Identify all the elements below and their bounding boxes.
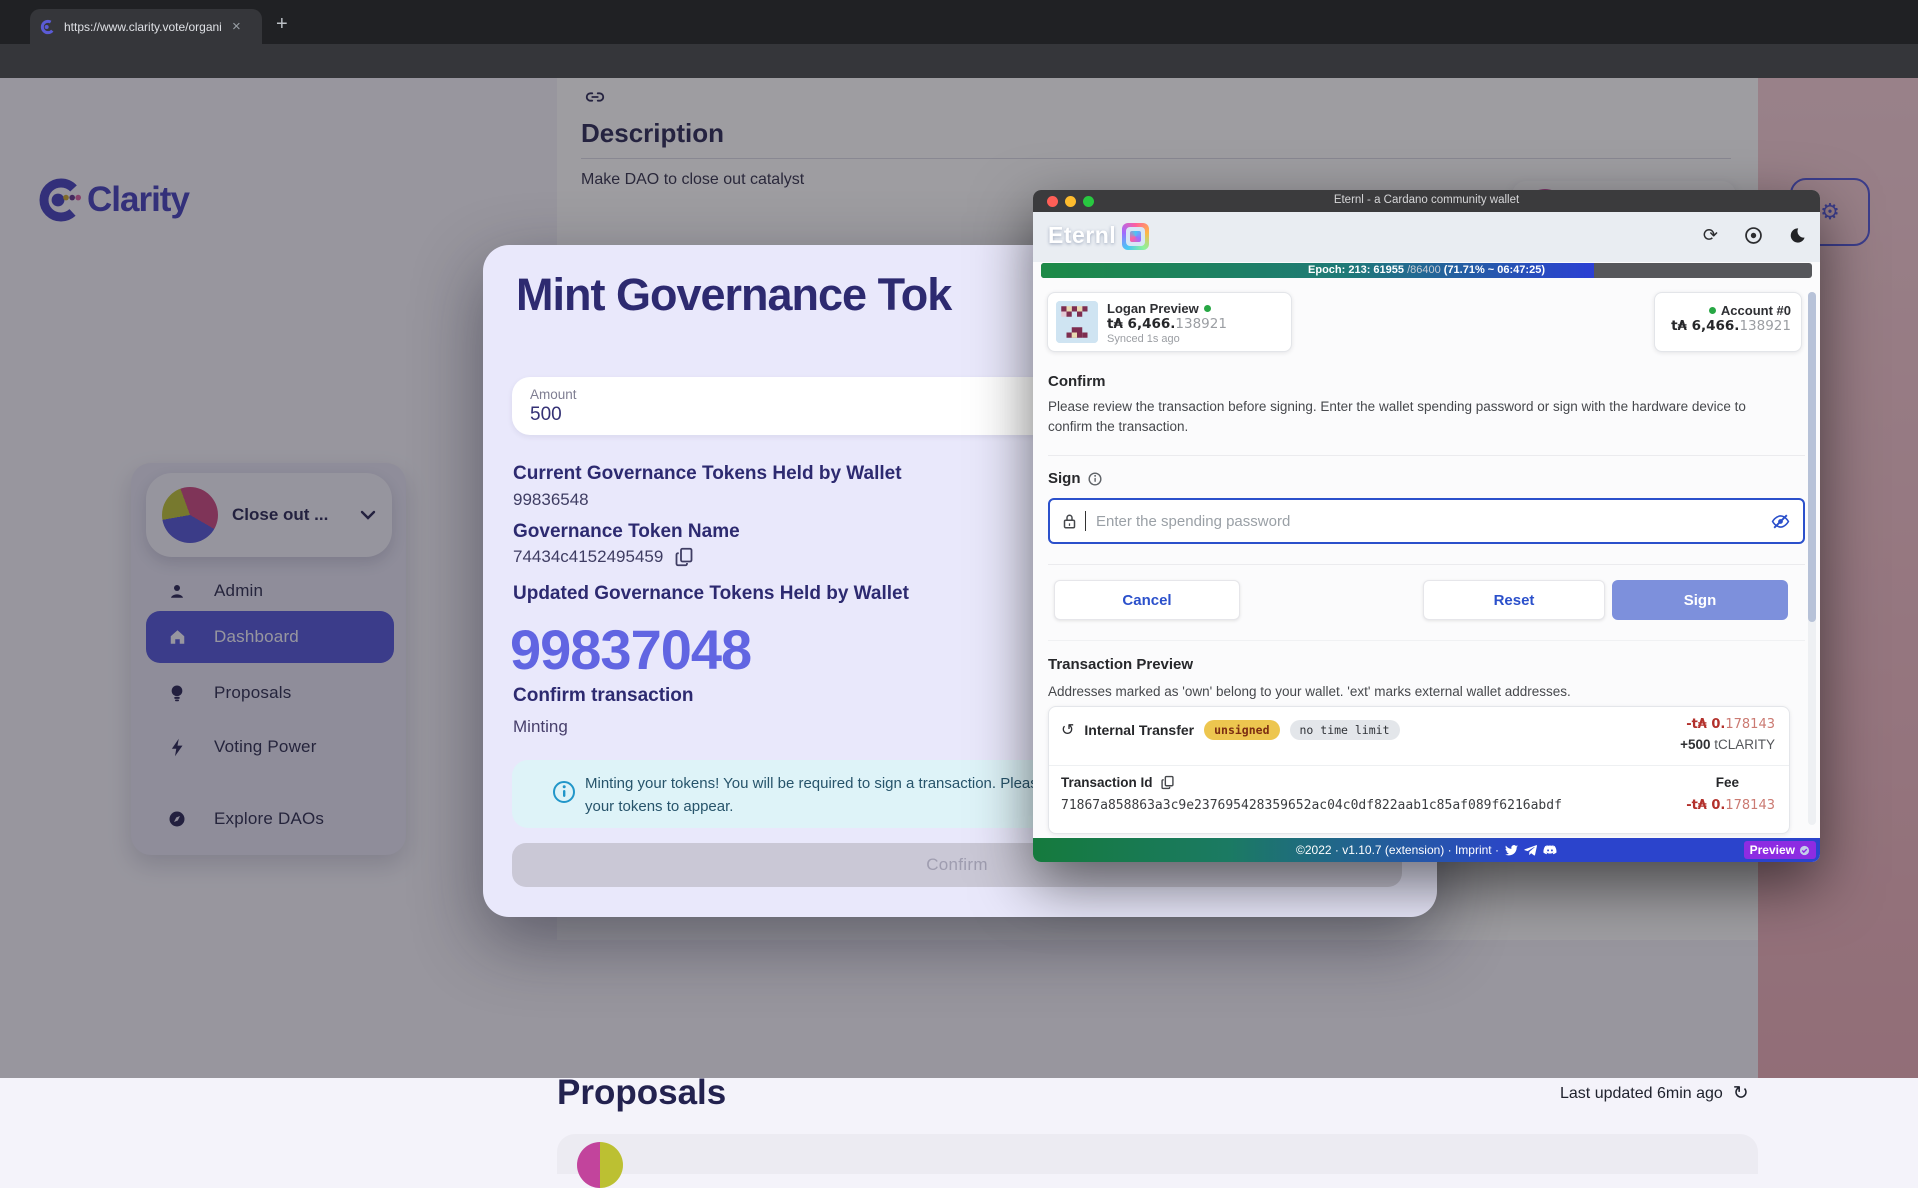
current-tokens-value: 99836548 <box>513 490 589 510</box>
cancel-button[interactable]: Cancel <box>1054 580 1240 620</box>
shield-check-icon <box>1799 845 1810 856</box>
epoch-text: Epoch: 213: 61955 /86400 (71.71% ~ 06:47… <box>1041 263 1812 278</box>
account-name: Account #0 <box>1721 303 1791 318</box>
refresh-icon[interactable]: ↻ <box>1733 1082 1749 1105</box>
unsigned-badge: unsigned <box>1204 720 1279 740</box>
copy-icon[interactable] <box>1161 775 1174 790</box>
updated-tokens-value: 99837048 <box>510 617 751 682</box>
txid-label-row: Transaction Id <box>1061 775 1174 790</box>
synced-status: Synced 1s ago <box>1107 333 1227 345</box>
proposal-pie-avatar <box>577 1142 623 1188</box>
proposal-card-peek <box>557 1134 1758 1174</box>
tab-close-icon[interactable]: × <box>232 18 241 35</box>
account-dot <box>1709 307 1716 314</box>
info-alert-text: Minting your tokens! You will be require… <box>585 772 1092 818</box>
new-tab-button[interactable]: + <box>276 14 288 34</box>
wallet-pixel-avatar <box>1056 301 1098 343</box>
wallet-footer: ©2022 · v1.10.7 (extension) · Imprint · … <box>1033 838 1820 862</box>
last-updated: Last updated 6min ago ↻ <box>1560 1082 1749 1105</box>
divider <box>1048 564 1805 565</box>
account-card[interactable]: Account #0 t₳ 6,466.138921 <box>1654 292 1802 352</box>
lock-icon <box>1062 513 1077 530</box>
telegram-icon[interactable] <box>1524 845 1537 856</box>
reset-button[interactable]: Reset <box>1423 580 1605 620</box>
eternl-brand: Eternl <box>1048 222 1116 249</box>
preview-badge: Preview <box>1744 841 1816 859</box>
tab-favicon-clarity-icon <box>40 19 56 35</box>
updated-tokens-label: Updated Governance Tokens Held by Wallet <box>513 583 909 605</box>
copy-icon[interactable] <box>675 547 693 567</box>
sign-info-icon[interactable] <box>1088 472 1102 486</box>
confirm-body-text: Please review the transaction before sig… <box>1048 397 1793 437</box>
transaction-preview-heading: Transaction Preview <box>1048 656 1193 673</box>
browser-toolbar: ← → ↻ clarity.vote/organizations/-NWJSsH… <box>0 44 1918 78</box>
minting-status: Minting <box>513 717 568 737</box>
current-tokens-label: Current Governance Tokens Held by Wallet <box>513 463 902 485</box>
token-name-value-row: 74434c4152495459 <box>513 547 693 567</box>
fee-value: -t₳ 0.178143 <box>1686 798 1775 813</box>
wallet-titlebar[interactable]: Eternl - a Cardano community wallet <box>1033 190 1820 212</box>
divider <box>1048 640 1805 641</box>
footer-text: ©2022 · v1.10.7 (extension) · Imprint · <box>1296 843 1499 857</box>
transaction-id-value: 71867a858863a3c9e237695428359652ac04c0df… <box>1061 798 1562 813</box>
eternl-logo-icon <box>1122 223 1149 250</box>
scrollbar-thumb[interactable] <box>1808 292 1816 622</box>
online-dot <box>1204 305 1211 312</box>
eternl-wallet-window: Eternl - a Cardano community wallet Eter… <box>1033 190 1820 862</box>
transaction-preview-card: ↺ Internal Transfer unsigned no time lim… <box>1048 706 1790 834</box>
epoch-progress-bar: Epoch: 213: 61955 /86400 (71.71% ~ 06:47… <box>1041 263 1812 278</box>
confirm-transaction-label: Confirm transaction <box>513 685 694 707</box>
modal-title: Mint Governance Tok <box>516 269 951 321</box>
sync-icon[interactable]: ⟳ <box>1703 225 1718 246</box>
transfer-amount-positive: +500 tCLARITY <box>1680 737 1775 752</box>
browser-tab-bar: https://www.clarity.vote/organi × + <box>0 0 1918 44</box>
wallet-window-title: Eternl - a Cardano community wallet <box>1033 194 1820 206</box>
eye-icon[interactable] <box>1744 226 1763 245</box>
sign-section-label: Sign <box>1048 470 1102 487</box>
browser-tab[interactable]: https://www.clarity.vote/organi × <box>30 9 262 44</box>
transfer-row: ↺ Internal Transfer unsigned no time lim… <box>1061 720 1400 740</box>
token-name-value: 74434c4152495459 <box>513 547 663 567</box>
spending-password-input[interactable] <box>1094 512 1762 531</box>
tab-title: https://www.clarity.vote/organi <box>64 20 224 34</box>
active-wallet-name: Logan Preview <box>1107 301 1199 316</box>
discord-icon[interactable] <box>1543 845 1557 856</box>
dark-mode-moon-icon[interactable] <box>1789 227 1806 244</box>
address-note: Addresses marked as 'own' belong to your… <box>1048 682 1793 702</box>
no-time-limit-badge: no time limit <box>1290 720 1400 740</box>
twitter-icon[interactable] <box>1505 845 1518 856</box>
divider <box>1048 455 1805 456</box>
fee-label: Fee <box>1716 775 1739 790</box>
card-divider <box>1049 765 1789 766</box>
eye-off-icon[interactable] <box>1770 512 1791 531</box>
info-icon <box>552 780 576 804</box>
transfer-amount-negative: -t₳ 0.178143 <box>1686 717 1775 732</box>
proposals-heading: Proposals <box>557 1073 726 1113</box>
text-caret <box>1085 511 1086 531</box>
history-icon: ↺ <box>1061 720 1074 740</box>
password-field[interactable] <box>1048 498 1805 544</box>
confirm-heading: Confirm <box>1048 373 1106 390</box>
wallet-header: Eternl ⟳ <box>1033 212 1820 262</box>
transfer-label: Internal Transfer <box>1084 722 1194 738</box>
amount-input[interactable] <box>530 404 830 426</box>
active-wallet-card[interactable]: Logan Preview t₳ 6,466.138921 Synced 1s … <box>1047 292 1292 352</box>
sign-button[interactable]: Sign <box>1612 580 1788 620</box>
token-name-label: Governance Token Name <box>513 521 740 543</box>
